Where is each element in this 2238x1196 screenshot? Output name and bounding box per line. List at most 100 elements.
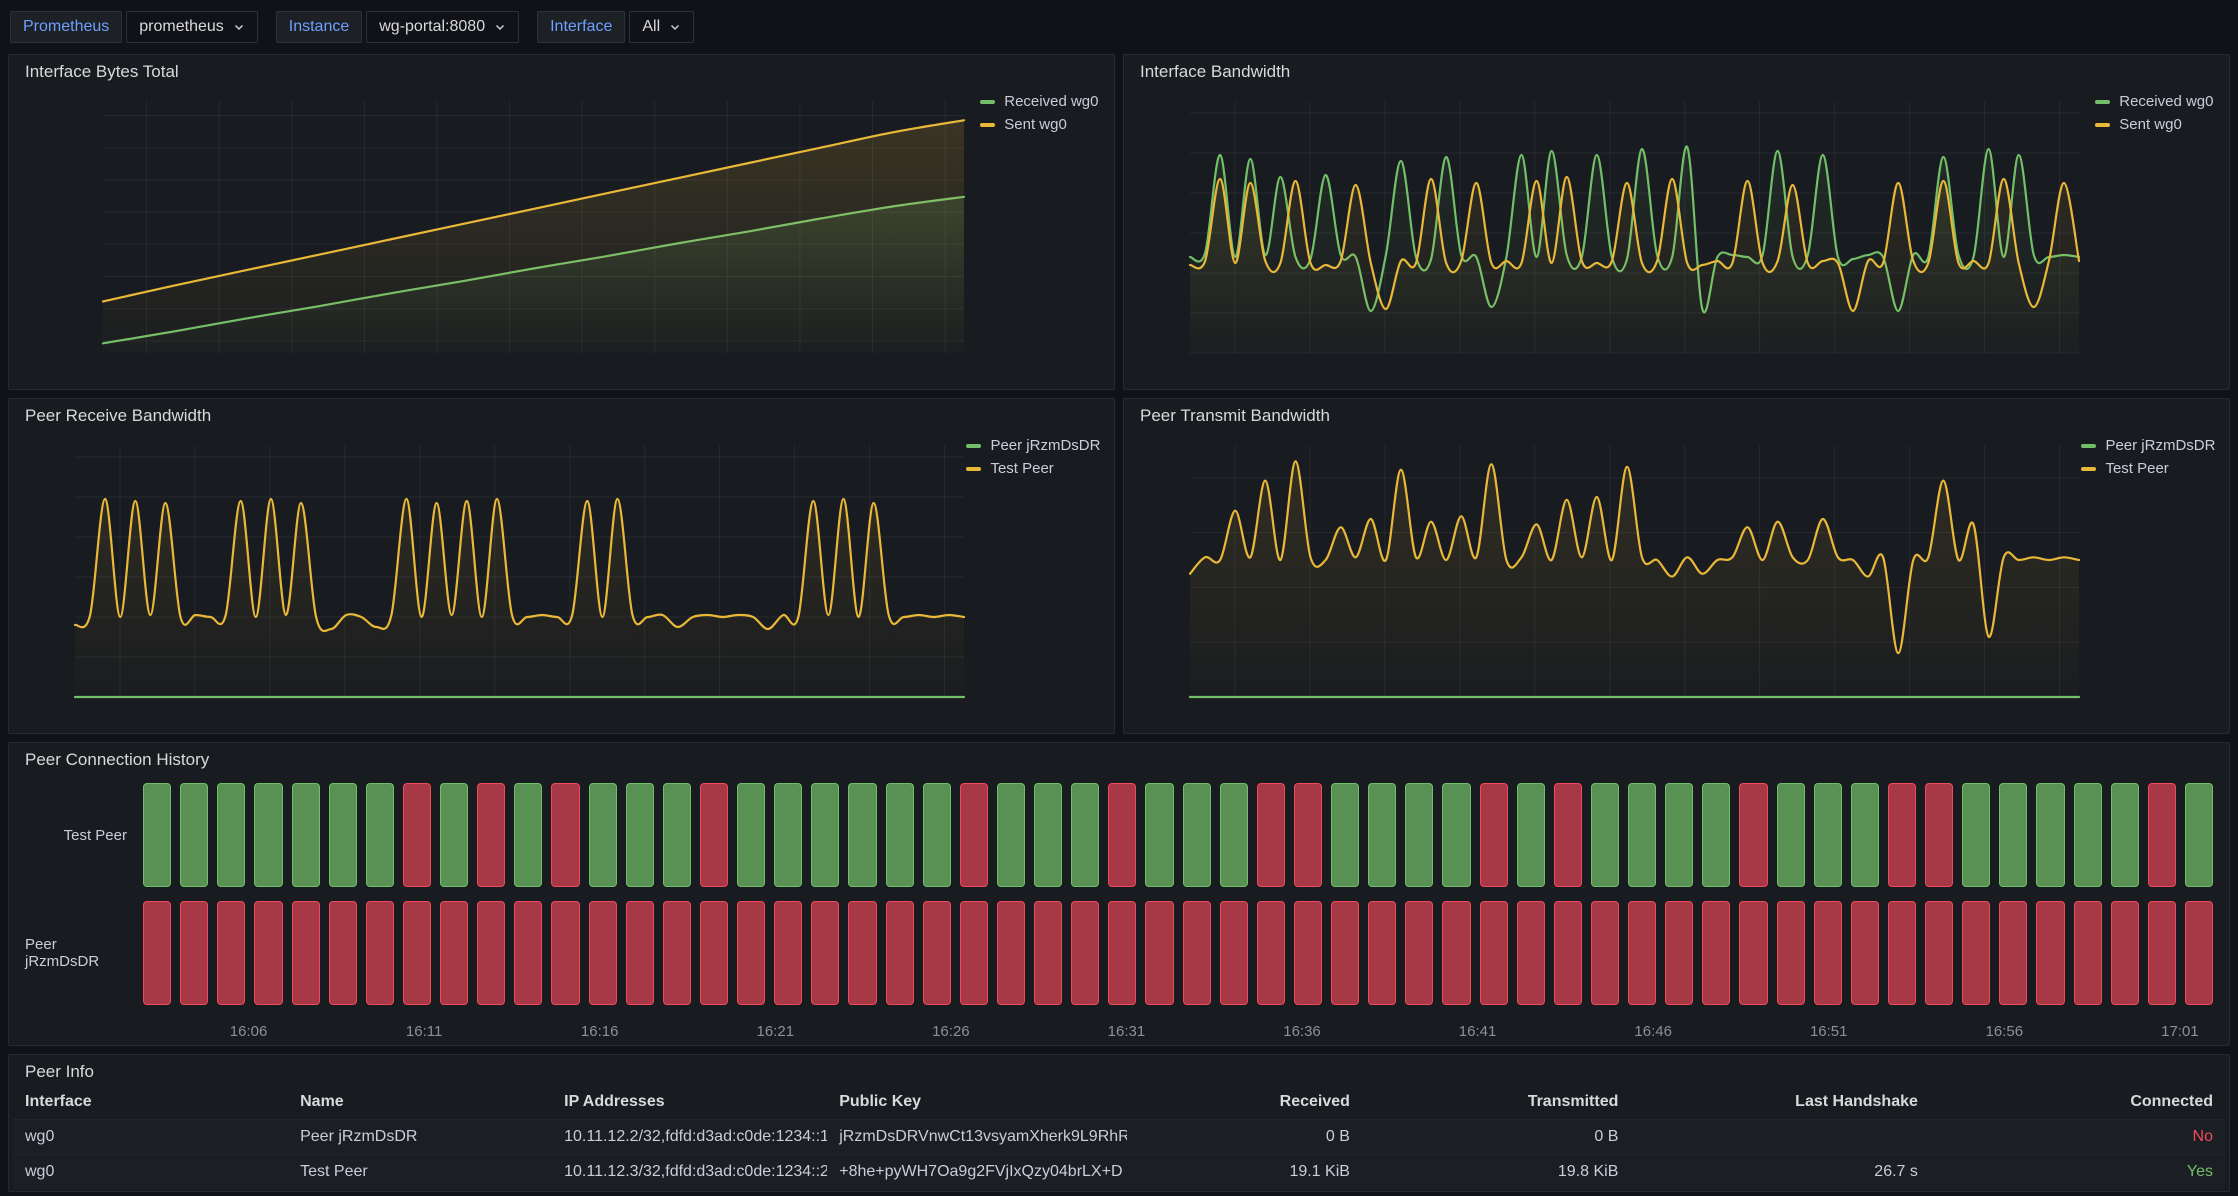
timeseries-chart[interactable] [17, 85, 974, 387]
chart-canvas [1132, 429, 2093, 731]
legend-item-test-peer[interactable]: Test Peer [2081, 460, 2213, 477]
timeseries-chart[interactable] [17, 429, 960, 731]
cell-interface: wg0 [13, 1155, 288, 1190]
panel-title[interactable]: Peer Connection History [9, 743, 2229, 773]
status-bar-down [1554, 783, 1582, 887]
table-row: wg0Peer jRzmDsDR10.11.12.2/32,fdfd:d3ad:… [13, 1120, 2225, 1155]
status-bar-down [477, 901, 505, 1005]
status-bar-down [254, 901, 282, 1005]
column-header-connected[interactable]: Connected [1930, 1085, 2225, 1120]
legend-series-swatch [2095, 123, 2110, 127]
var-select-instance[interactable]: wg-portal:8080 [366, 11, 519, 43]
panel-title[interactable]: Interface Bytes Total [9, 55, 1114, 85]
panel-interface-bandwidth: Interface Bandwidth Received wg0 Sent wg0 [1123, 54, 2230, 390]
x-axis-tick: 16:26 [932, 1023, 970, 1040]
status-bar-down [1034, 901, 1062, 1005]
status-bar-down [1257, 901, 1285, 1005]
status-bar-down [551, 901, 579, 1005]
status-bar-down [1220, 901, 1248, 1005]
legend-item-sent-wg0[interactable]: Sent wg0 [980, 116, 1098, 133]
status-bar-up [1183, 783, 1211, 887]
status-bars [143, 783, 2213, 887]
legend-item-sent-wg0[interactable]: Sent wg0 [2095, 116, 2213, 133]
legend-series-label: Sent wg0 [1004, 116, 1067, 133]
status-bar-down [1294, 783, 1322, 887]
legend-item-received-wg0[interactable]: Received wg0 [2095, 93, 2213, 110]
cell-last_handshake [1630, 1120, 1930, 1155]
legend: Received wg0 Sent wg0 [2089, 85, 2221, 387]
chevron-down-icon [233, 21, 245, 33]
panel-title[interactable]: Peer Info [9, 1055, 2229, 1085]
status-bar-up [626, 783, 654, 887]
status-bar-down [1628, 901, 1656, 1005]
x-axis-tick: 16:41 [1459, 1023, 1497, 1040]
status-bar-down [1702, 901, 1730, 1005]
x-axis-tick: 16:51 [1810, 1023, 1848, 1040]
panel-interface-bytes-total: Interface Bytes Total Received wg0 Sent w… [8, 54, 1115, 390]
panel-title[interactable]: Peer Transmit Bandwidth [1124, 399, 2229, 429]
cell-received: 0 B [1127, 1120, 1362, 1155]
column-header-transmitted[interactable]: Transmitted [1362, 1085, 1630, 1120]
status-bar-down [1257, 783, 1285, 887]
status-bar-down [960, 783, 988, 887]
status-bar-down [440, 901, 468, 1005]
panel-body: Received wg0 Sent wg0 [1124, 85, 2229, 389]
status-bar-up [2074, 783, 2102, 887]
status-bar-up [1814, 783, 1842, 887]
status-bar-up [1628, 783, 1656, 887]
status-bar-down [1665, 901, 1693, 1005]
status-bar-down [1108, 901, 1136, 1005]
column-header-public_key[interactable]: Public Key [827, 1085, 1127, 1120]
status-bar-down [217, 901, 245, 1005]
status-bar-up [143, 783, 171, 887]
column-header-received[interactable]: Received [1127, 1085, 1362, 1120]
status-bar-up [811, 783, 839, 887]
status-bar-down [923, 901, 951, 1005]
row-label: Test Peer [25, 783, 143, 887]
series-area [103, 120, 964, 353]
panel-peer-transmit-bandwidth: Peer Transmit Bandwidth Peer jRzmDsDR Tes… [1123, 398, 2230, 734]
cell-transmitted: 19.8 KiB [1362, 1155, 1630, 1190]
legend-series-label: Test Peer [2105, 460, 2168, 477]
status-bar-down [1145, 901, 1173, 1005]
status-bar-up [2185, 783, 2213, 887]
legend-item-received-wg0[interactable]: Received wg0 [980, 93, 1098, 110]
status-bar-down [1480, 901, 1508, 1005]
table-row: wg0Test Peer10.11.12.3/32,fdfd:d3ad:c0de… [13, 1155, 2225, 1190]
status-bar-down [774, 901, 802, 1005]
x-axis-labels: 16:0616:1116:1616:2116:2616:3116:3616:41… [143, 1019, 2213, 1041]
legend-item-test-peer[interactable]: Test Peer [966, 460, 1098, 477]
status-bar-up [1962, 783, 1990, 887]
var-select-interface[interactable]: All [629, 11, 694, 43]
status-history-chart[interactable]: Test PeerPeer jRzmDsDR 16:0616:1116:1616… [9, 773, 2229, 1045]
status-history-row-test-peer: Test Peer [25, 783, 2213, 887]
column-header-ips[interactable]: IP Addresses [552, 1085, 827, 1120]
status-bar-down [1739, 901, 1767, 1005]
status-bar-down [514, 901, 542, 1005]
legend-series-swatch [980, 100, 995, 104]
cell-public_key: +8he+pyWH7Oa9g2FVjIxQzy04brLX+D [827, 1155, 1127, 1190]
column-header-last_handshake[interactable]: Last Handshake [1630, 1085, 1930, 1120]
status-bar-down [1888, 901, 1916, 1005]
panel-title[interactable]: Interface Bandwidth [1124, 55, 2229, 85]
status-bar-down [886, 901, 914, 1005]
timeseries-chart[interactable] [1132, 85, 2089, 387]
status-bar-up [663, 783, 691, 887]
legend: Received wg0 Sent wg0 [974, 85, 1106, 387]
cell-interface: wg0 [13, 1120, 288, 1155]
status-bar-down [1999, 901, 2027, 1005]
legend: Peer jRzmDsDR Test Peer [960, 429, 1106, 731]
legend-item-peer-jrzmdsdr[interactable]: Peer jRzmDsDR [966, 437, 1098, 454]
legend-item-peer-jrzmdsdr[interactable]: Peer jRzmDsDR [2081, 437, 2213, 454]
panel-title[interactable]: Peer Receive Bandwidth [9, 399, 1114, 429]
status-bar-up [180, 783, 208, 887]
column-header-interface[interactable]: Interface [13, 1085, 288, 1120]
timeseries-chart[interactable] [1132, 429, 2075, 731]
status-bar-up [1071, 783, 1099, 887]
column-header-name[interactable]: Name [288, 1085, 552, 1120]
status-bar-down [811, 901, 839, 1005]
series-line [75, 499, 964, 631]
var-select-prometheus[interactable]: prometheus [126, 11, 258, 43]
status-bar-down [366, 901, 394, 1005]
status-bar-down [960, 901, 988, 1005]
